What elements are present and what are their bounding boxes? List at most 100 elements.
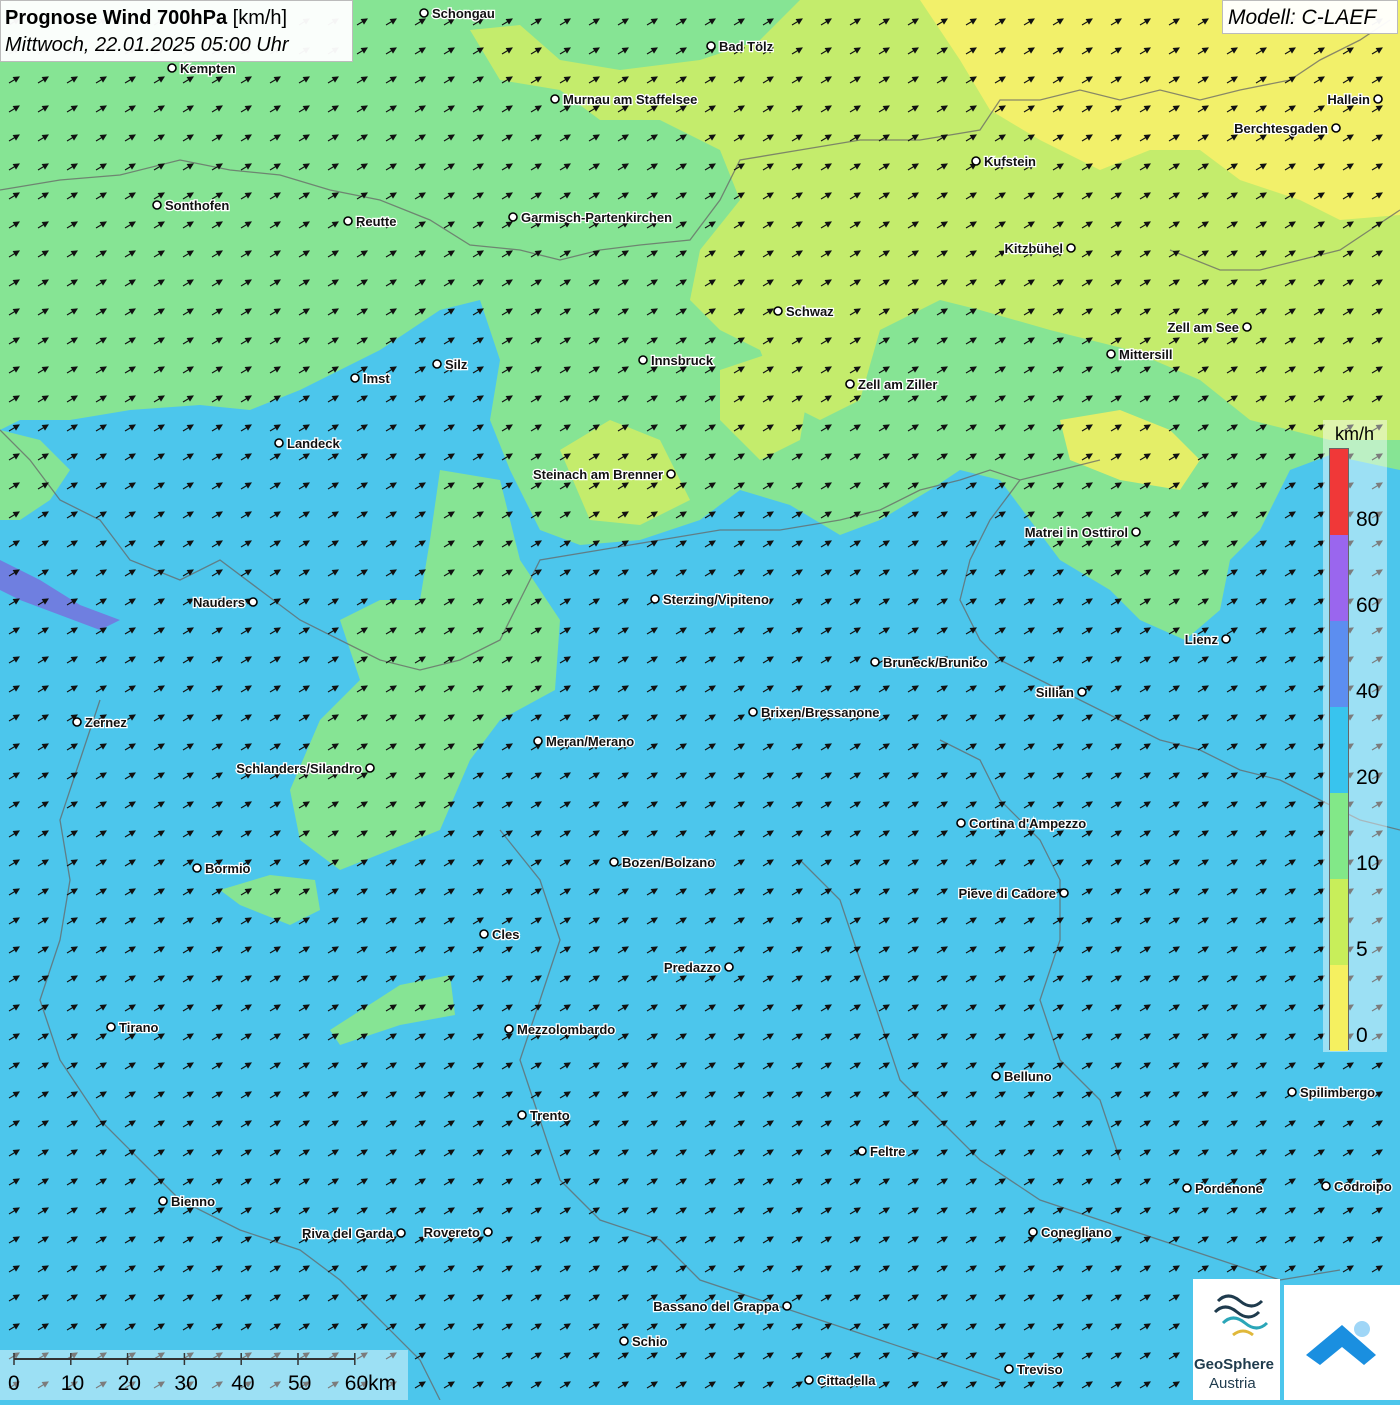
city-label: Schio [632, 1334, 667, 1349]
city-label: Bad Tölz [719, 39, 774, 54]
scale-tick-label: 10 [60, 1372, 85, 1395]
city-marker [1242, 322, 1252, 332]
city-label: Schongau [432, 6, 495, 21]
city-marker [1221, 634, 1231, 644]
city-marker [1321, 1181, 1331, 1191]
city-label: Brixen/Bressanone [761, 705, 880, 720]
city-label: Bozen/Bolzano [622, 855, 715, 870]
city-label: Riva del Garda [302, 1226, 394, 1241]
city-marker [343, 216, 353, 226]
city-label: Bruneck/Brunico [883, 655, 988, 670]
city-label: Silz [445, 357, 468, 372]
legend-tick-label: 80 [1356, 508, 1380, 531]
city-marker [1066, 243, 1076, 253]
city-marker [1131, 527, 1141, 537]
city-marker [650, 594, 660, 604]
city-marker [706, 41, 716, 51]
forecast-datetime: Mittwoch, 22.01.2025 05:00 Uhr [5, 34, 289, 56]
city-marker [971, 156, 981, 166]
legend-tick-label: 10 [1356, 852, 1380, 875]
city-marker [638, 355, 648, 365]
scale-tick-label: 50 [288, 1372, 312, 1395]
cloud-sun-logo-icon [1284, 1285, 1400, 1400]
city-marker [870, 657, 880, 667]
city-marker [724, 962, 734, 972]
city-label: Innsbruck [651, 353, 714, 368]
city-marker [609, 857, 619, 867]
city-label: Reutte [356, 214, 396, 229]
city-label: Nauders [193, 595, 245, 610]
title-text: Prognose Wind 700hPa [5, 7, 228, 29]
city-marker [158, 1196, 168, 1206]
city-marker [167, 63, 177, 73]
city-label: Zernez [85, 715, 127, 730]
legend-segment [1330, 879, 1348, 965]
legend-unit: km/h [1335, 424, 1375, 444]
city-label: Kempten [180, 61, 236, 76]
city-label: Kufstein [984, 154, 1036, 169]
city-label: Garmisch-Partenkirchen [521, 210, 672, 225]
city-marker [479, 929, 489, 939]
city-label: Mezzolombardo [517, 1022, 615, 1037]
city-label: Berchtesgaden [1234, 121, 1328, 136]
city-marker [773, 306, 783, 316]
city-marker [991, 1071, 1001, 1081]
city-label: Codroipo [1334, 1179, 1392, 1194]
color-legend: km/h 0 5 10 20 40 60 80 [1323, 420, 1387, 1052]
city-marker [504, 1024, 514, 1034]
city-label: Cittadella [817, 1373, 876, 1388]
city-label: Sterzing/Vipiteno [663, 592, 769, 607]
city-marker [857, 1146, 867, 1156]
city-label: Sonthofen [165, 198, 229, 213]
city-marker [748, 707, 758, 717]
legend-segment [1330, 535, 1348, 621]
city-marker [782, 1301, 792, 1311]
city-label: Steinach am Brenner [533, 467, 663, 482]
city-label: Sillian [1036, 685, 1074, 700]
legend-segment [1330, 793, 1348, 879]
city-marker [274, 438, 284, 448]
title-box: Prognose Wind 700hPa [km/h] Mittwoch, 22… [0, 0, 353, 62]
city-marker [483, 1227, 493, 1237]
city-marker [106, 1022, 116, 1032]
city-label: Matrei in Osttirol [1025, 525, 1128, 540]
geosphere-logo: GeoSphere Austria [1193, 1279, 1280, 1400]
city-marker [845, 379, 855, 389]
city-marker [1106, 349, 1116, 359]
legend-tick-label: 60 [1356, 594, 1380, 617]
legend-tick-label: 40 [1356, 680, 1380, 703]
legend-segment [1330, 449, 1348, 535]
city-marker [1004, 1364, 1014, 1374]
scale-bar: 0 10 20 30 40 50 60km [0, 1350, 408, 1400]
city-marker [533, 736, 543, 746]
city-label: Tirano [119, 1020, 159, 1035]
city-marker [152, 200, 162, 210]
city-marker [1331, 123, 1341, 133]
legend-segment [1330, 707, 1348, 793]
city-label: Murnau am Staffelsee [563, 92, 697, 107]
title-unit: [km/h] [232, 7, 288, 29]
city-label: Zell am See [1167, 320, 1239, 335]
city-label: Landeck [287, 436, 341, 451]
city-marker [804, 1375, 814, 1385]
model-label: Modell: C-LAEF [1228, 6, 1377, 29]
city-label: Bienno [171, 1194, 215, 1209]
city-label: Mittersill [1119, 347, 1172, 362]
city-label: Cles [492, 927, 519, 942]
city-marker [248, 597, 258, 607]
city-label: Belluno [1004, 1069, 1052, 1084]
city-label: Schlanders/Silandro [236, 761, 362, 776]
city-label: Feltre [870, 1144, 905, 1159]
geosphere-name: GeoSphere [1194, 1356, 1275, 1373]
city-label: Spilimbergo [1300, 1085, 1375, 1100]
city-marker [192, 863, 202, 873]
legend-color-bar [1329, 448, 1349, 1051]
city-label: Pordenone [1195, 1181, 1263, 1196]
city-marker [1182, 1183, 1192, 1193]
scale-tick-label: 20 [117, 1372, 141, 1395]
geosphere-logo-icon [1213, 1294, 1269, 1337]
city-label: Pieve di Cadore [958, 886, 1056, 901]
city-label: Bormio [205, 861, 251, 876]
city-marker [550, 94, 560, 104]
city-label: Bassano del Grappa [653, 1299, 779, 1314]
